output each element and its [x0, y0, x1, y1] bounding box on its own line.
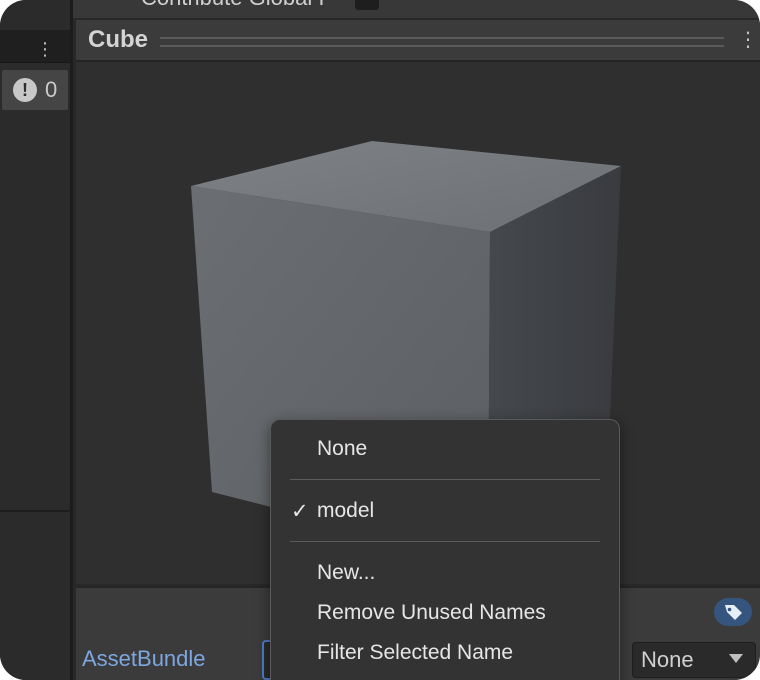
kebab-menu-icon[interactable]: ⋮: [738, 28, 758, 52]
left-panel: ⋮ ! 0: [0, 0, 73, 680]
preview-title: Cube: [88, 26, 148, 53]
assetbundle-context-menu: None ✓ model New... Remove Unused Names …: [270, 419, 620, 680]
checkmark-icon: ✓: [291, 500, 309, 523]
left-panel-header: [0, 30, 70, 63]
contribute-gi-label: Contribute Global I: [141, 0, 324, 11]
contribute-gi-checkbox[interactable]: [355, 0, 379, 10]
warning-icon: !: [13, 78, 37, 102]
assetbundle-label: AssetBundle: [82, 646, 206, 671]
menu-item-new[interactable]: New...: [271, 555, 619, 591]
menu-item-filter-selected-name[interactable]: Filter Selected Name: [271, 635, 619, 671]
issue-count-badge[interactable]: ! 0: [2, 70, 68, 110]
issue-count: 0: [45, 77, 58, 102]
menu-separator: [290, 479, 600, 480]
tag-icon[interactable]: [714, 598, 752, 626]
preview-header: Cube ⋮: [76, 20, 760, 62]
editor-window: ⋮ ! 0 Contribute Global I Cube ⋮: [0, 0, 760, 680]
left-panel-lower: [0, 510, 70, 680]
menu-item-remove-unused-names[interactable]: Remove Unused Names: [271, 595, 619, 631]
chevron-down-icon: [729, 654, 743, 663]
preview-resize-grip[interactable]: [160, 37, 724, 47]
kebab-menu-icon[interactable]: ⋮: [36, 40, 54, 58]
menu-item-none[interactable]: None: [271, 431, 619, 467]
menu-separator: [290, 541, 600, 542]
menu-item-model[interactable]: ✓ model: [271, 493, 619, 529]
assetbundle-variant-dropdown[interactable]: None: [632, 642, 756, 678]
inspector-top-strip: Contribute Global I: [73, 0, 760, 18]
variant-value: None: [641, 647, 694, 672]
